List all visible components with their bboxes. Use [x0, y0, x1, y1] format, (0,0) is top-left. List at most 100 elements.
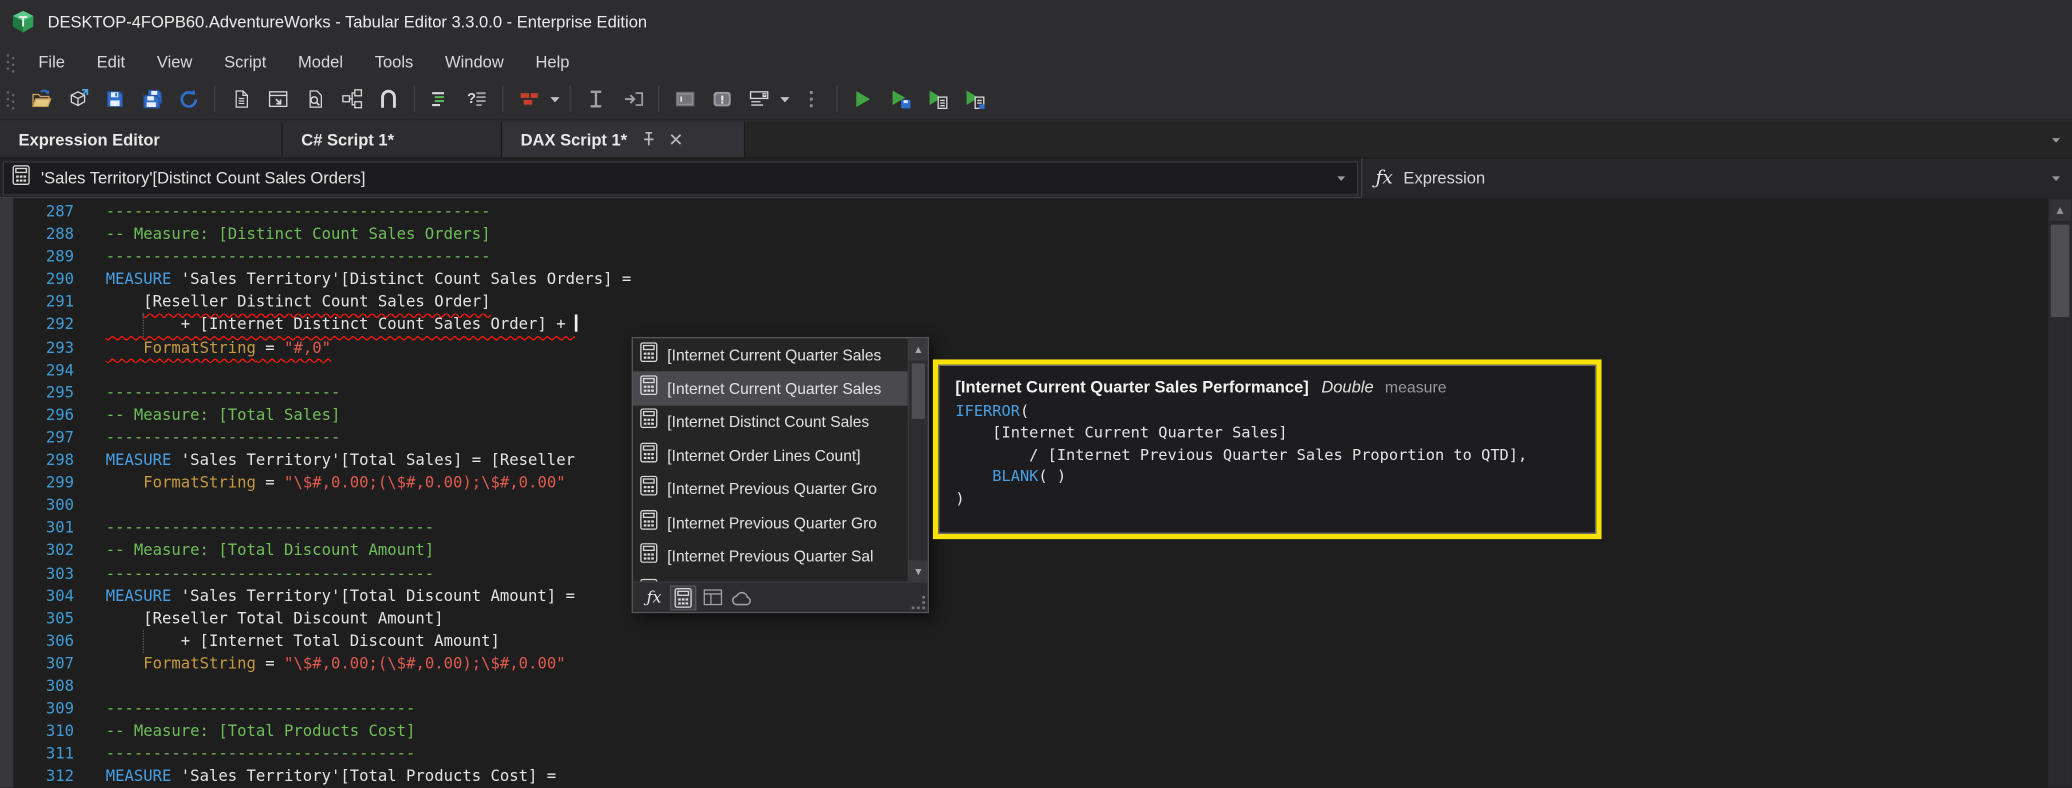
code-line[interactable]: 311 --------------------------------- — [0, 743, 2048, 766]
code-line[interactable]: 288 -- Measure: [Distinct Count Sales Ord… — [0, 223, 2048, 246]
intellisense-filter-bar: ƒx — [632, 581, 928, 612]
svg-text:?: ? — [466, 91, 475, 107]
toolbar: ? — [0, 79, 2072, 121]
filter-fx-button[interactable]: ƒx — [641, 585, 667, 610]
intellisense-item[interactable]: [Internet Previous Quarter Gro — [633, 506, 908, 540]
run-save-icon[interactable] — [884, 83, 916, 115]
new-document-icon[interactable] — [225, 83, 257, 115]
intellisense-item[interactable]: [Internet Previous Quarter Gro — [633, 472, 908, 506]
line-number: 296 — [45, 405, 74, 424]
code-line[interactable]: 307 FormatString = "\$#,0.00;(\$#,0.00);… — [0, 653, 2048, 676]
save-all-icon[interactable] — [136, 83, 168, 115]
code-line[interactable]: 308 — [0, 675, 2048, 698]
code-line[interactable]: 305 [Reseller Total Discount Amount] — [0, 607, 2048, 630]
scroll-down-icon[interactable]: ▼ — [909, 560, 928, 583]
line-content: FormatString = "\$#,0.00;(\$#,0.00);\$#,… — [143, 653, 566, 673]
toolbar-separator — [502, 85, 504, 113]
code-line[interactable]: 292 + [Internet Distinct Count Sales Ord… — [0, 313, 2048, 337]
open-folder-icon[interactable] — [25, 83, 57, 115]
tooltip-data-type: Double — [1321, 377, 1374, 397]
measure-selector-combobox[interactable]: 'Sales Territory'[Distinct Count Sales O… — [2, 161, 1359, 196]
intellisense-item-label: [Internet Distinct Count Sales — [667, 412, 870, 432]
menu-item-tools[interactable]: Tools — [359, 47, 429, 76]
save-icon[interactable] — [99, 83, 131, 115]
editor-vertical-scrollbar[interactable]: ▲ — [2048, 198, 2072, 788]
toolbar-drag-handle[interactable] — [6, 90, 15, 110]
intellisense-item[interactable]: [Internet Distinct Count Sales — [633, 405, 908, 439]
menu-item-edit[interactable]: Edit — [81, 47, 141, 76]
run-script-icon[interactable] — [847, 83, 879, 115]
code-line[interactable]: 306 + [Internet Total Discount Amount] — [0, 630, 2048, 653]
code-line[interactable]: 290 MEASURE 'Sales Territory'[Distinct Co… — [0, 269, 2048, 292]
format-script-icon[interactable] — [424, 83, 456, 115]
intellisense-item[interactable]: [Internet Order Lines Count] — [633, 439, 908, 473]
combobox-dropdown-icon[interactable] — [1333, 170, 1349, 186]
column-select-icon[interactable] — [580, 83, 612, 115]
code-line[interactable]: 312 MEASURE 'Sales Territory'[Total Produ… — [0, 766, 2048, 788]
tab-dax-script-1[interactable]: DAX Script 1* — [502, 121, 746, 158]
scroll-up-icon[interactable]: ▲ — [2049, 199, 2071, 221]
code-line[interactable]: 287 -------------------------------------… — [0, 201, 2048, 224]
intellisense-item[interactable]: [Internet Previous Quarter Sal — [633, 540, 908, 574]
caret-down-icon[interactable] — [547, 83, 563, 115]
hierarchy-icon[interactable] — [336, 83, 368, 115]
line-number: 290 — [45, 269, 74, 289]
intellisense-item[interactable]: [Internet Current Quarter Sales — [633, 338, 908, 372]
tab-expression-editor[interactable]: Expression Editor — [0, 121, 283, 158]
code-line[interactable]: 310 -- Measure: [Total Products Cost] — [0, 720, 2048, 743]
scrollbar-thumb[interactable] — [911, 363, 925, 419]
overflow-dots-icon[interactable] — [795, 83, 827, 115]
popup-resize-grip[interactable] — [911, 595, 925, 610]
line-content: --------------------------------- — [105, 744, 416, 763]
code-line[interactable]: 291 [Reseller Distinct Count Sales Order… — [0, 291, 2048, 314]
line-content: ----------------------------------------… — [105, 247, 491, 266]
line-number: 297 — [45, 428, 74, 447]
combobox-tool-icon[interactable] — [743, 83, 775, 115]
messagebox-icon[interactable] — [706, 83, 738, 115]
menu-item-window[interactable]: Window — [429, 47, 519, 76]
menu-drag-handle[interactable] — [6, 52, 15, 73]
menu-item-script[interactable]: Script — [208, 47, 282, 76]
line-number: 306 — [45, 631, 74, 650]
code-line[interactable]: 304 MEASURE 'Sales Territory'[Total Disco… — [0, 585, 2048, 608]
line-content: + [Internet Total Discount Amount] — [106, 630, 500, 653]
intellisense-item-selected[interactable]: [Internet Current Quarter Sales — [632, 371, 908, 406]
calculator-icon — [12, 165, 30, 191]
snippet-icon[interactable] — [373, 83, 405, 115]
line-number: 294 — [45, 360, 74, 379]
menu-item-model[interactable]: Model — [282, 47, 359, 76]
line-content: -- Measure: [Total Discount Amount] — [105, 540, 435, 560]
tab-label: C# Script 1* — [301, 130, 395, 149]
code-line[interactable]: 309 --------------------------------- — [0, 698, 2048, 721]
tab-overflow-chevron-icon[interactable] — [2048, 131, 2064, 155]
intellisense-scrollbar[interactable]: ▲ ▼ — [907, 338, 928, 583]
tab-pin-icon[interactable] — [639, 131, 656, 148]
deploy-cube-icon[interactable] — [62, 83, 94, 115]
code-line[interactable]: 302 -- Measure: [Total Discount Amount] — [0, 540, 2048, 563]
menu-item-file[interactable]: File — [22, 47, 80, 76]
import-data-icon[interactable] — [617, 83, 649, 115]
scroll-up-icon[interactable]: ▲ — [909, 338, 928, 361]
code-line[interactable]: 293 FormatString = "#,0" — [0, 336, 2048, 359]
find-document-icon[interactable] — [299, 83, 331, 115]
dax-code-editor[interactable]: 287 -------------------------------------… — [0, 198, 2072, 788]
preview-window-icon[interactable] — [262, 83, 294, 115]
menu-item-view[interactable]: View — [141, 47, 208, 76]
menu-item-help[interactable]: Help — [520, 47, 586, 76]
panel-menu-chevron-icon[interactable] — [2048, 170, 2064, 186]
textbox-icon[interactable] — [669, 83, 701, 115]
code-line[interactable]: 303 ----------------------------------- — [0, 562, 2048, 585]
tab-c-script-1[interactable]: C# Script 1* — [282, 121, 503, 158]
scrollbar-thumb[interactable] — [2050, 224, 2070, 318]
run-document-icon[interactable] — [921, 83, 953, 115]
filter-cloud-button[interactable] — [728, 585, 754, 610]
filter-calculator-button[interactable] — [669, 584, 697, 610]
tab-close-icon[interactable] — [668, 132, 683, 147]
filter-table-button[interactable] — [699, 585, 725, 610]
best-practice-icon[interactable] — [513, 83, 545, 115]
run-export-icon[interactable] — [958, 83, 990, 115]
script-help-icon[interactable]: ? — [461, 83, 493, 115]
refresh-icon[interactable] — [173, 83, 205, 115]
caret-down-icon[interactable] — [777, 83, 793, 115]
code-line[interactable]: 289 -------------------------------------… — [0, 246, 2048, 269]
